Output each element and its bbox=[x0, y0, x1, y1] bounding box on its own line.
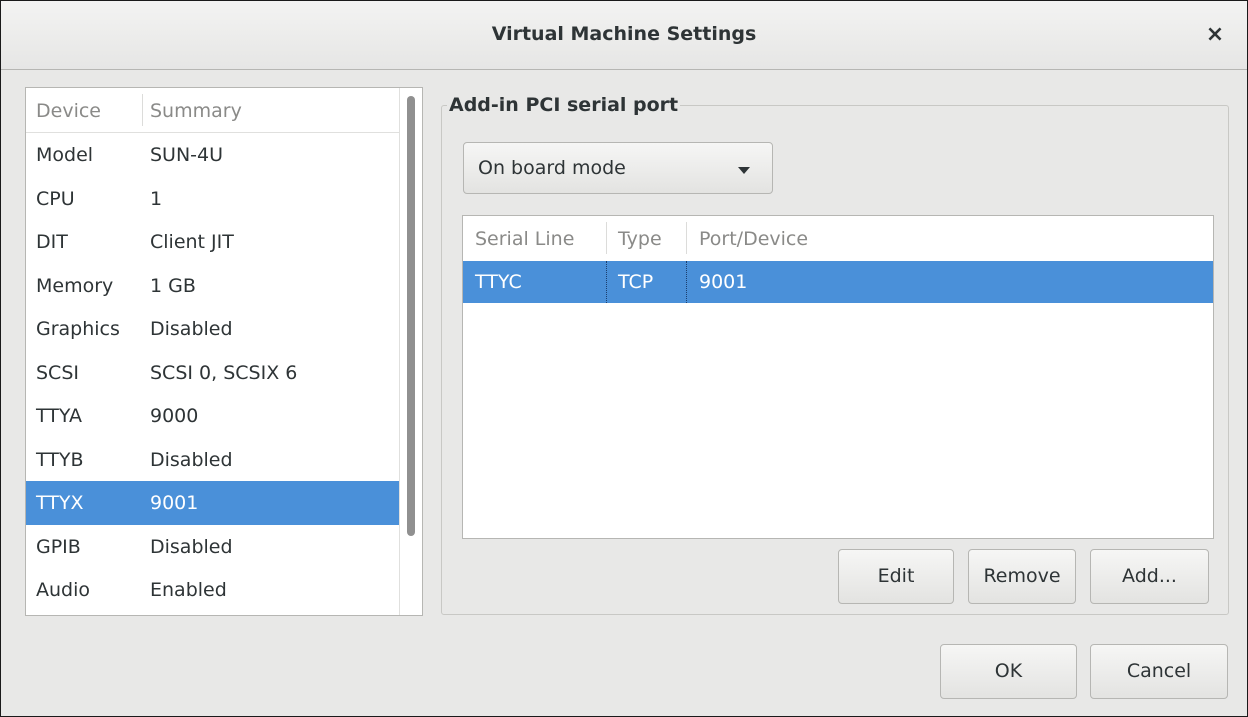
device-row-ttyx[interactable]: TTYX 9001 bbox=[26, 481, 400, 525]
dropdown-arrow-icon bbox=[738, 167, 750, 174]
serial-table-header: Serial Line Type Port/Device bbox=[463, 216, 1213, 261]
cell-separator bbox=[686, 261, 687, 303]
column-separator bbox=[686, 222, 687, 254]
device-row-ttya[interactable]: TTYA 9000 bbox=[26, 394, 400, 438]
remove-button[interactable]: Remove bbox=[968, 549, 1076, 604]
cancel-button[interactable]: Cancel bbox=[1090, 644, 1228, 699]
device-name: DIT bbox=[36, 231, 68, 253]
device-summary: 1 bbox=[150, 187, 163, 210]
device-name: SCSI bbox=[36, 361, 79, 384]
device-summary: Disabled bbox=[150, 448, 233, 471]
close-icon[interactable]: × bbox=[1203, 23, 1227, 47]
device-summary: SCSI 0, SCSIX 6 bbox=[150, 361, 298, 384]
device-row-gpib[interactable]: GPIB Disabled bbox=[26, 525, 400, 569]
column-separator bbox=[606, 222, 607, 254]
device-row-dit[interactable]: DIT Client JIT bbox=[26, 220, 400, 264]
device-list[interactable]: Device Summary Model SUN-4U CPU 1 DIT Cl… bbox=[25, 87, 423, 616]
device-summary: SUN-4U bbox=[150, 144, 224, 166]
device-name: Model bbox=[36, 144, 94, 166]
serial-port-frame-title: Add-in PCI serial port bbox=[447, 94, 681, 116]
column-header-summary[interactable]: Summary bbox=[150, 100, 242, 122]
port-device-cell: 9001 bbox=[699, 271, 748, 293]
mode-dropdown[interactable]: On board mode bbox=[463, 142, 773, 194]
device-name: TTYX bbox=[36, 492, 84, 514]
edit-button[interactable]: Edit bbox=[838, 549, 954, 604]
device-summary: Enabled bbox=[150, 579, 227, 601]
device-summary: Disabled bbox=[150, 318, 233, 340]
device-row-model[interactable]: Model SUN-4U bbox=[26, 133, 400, 177]
ok-button[interactable]: OK bbox=[940, 644, 1077, 699]
title-bar: Virtual Machine Settings × bbox=[1, 1, 1247, 70]
device-summary: 1 GB bbox=[150, 274, 196, 297]
device-summary: 9000 bbox=[150, 405, 199, 427]
device-name: CPU bbox=[36, 187, 75, 210]
device-row-scsi[interactable]: SCSI SCSI 0, SCSIX 6 bbox=[26, 351, 400, 395]
serial-table-row[interactable]: TTYC TCP 9001 bbox=[463, 261, 1213, 303]
device-name: Graphics bbox=[36, 318, 120, 340]
column-header-serial-line[interactable]: Serial Line bbox=[475, 228, 574, 250]
device-name: GPIB bbox=[36, 535, 81, 558]
mode-dropdown-value: On board mode bbox=[478, 157, 626, 179]
device-list-header: Device Summary bbox=[26, 88, 400, 133]
device-name: TTYB bbox=[36, 448, 84, 471]
device-summary: 9001 bbox=[150, 492, 199, 514]
device-name: Audio bbox=[36, 579, 91, 601]
type-cell: TCP bbox=[618, 271, 654, 293]
add-button[interactable]: Add... bbox=[1090, 549, 1209, 604]
device-row-cpu[interactable]: CPU 1 bbox=[26, 177, 400, 221]
device-row-ttyb[interactable]: TTYB Disabled bbox=[26, 438, 400, 482]
device-row-memory[interactable]: Memory 1 GB bbox=[26, 264, 400, 308]
device-summary: Disabled bbox=[150, 535, 233, 558]
dialog-title: Virtual Machine Settings bbox=[491, 23, 757, 45]
column-separator bbox=[142, 94, 143, 126]
device-row-graphics[interactable]: Graphics Disabled bbox=[26, 307, 400, 351]
device-rows: Model SUN-4U CPU 1 DIT Client JIT Memory… bbox=[26, 133, 400, 612]
dialog-window: Virtual Machine Settings × Device Summar… bbox=[0, 0, 1248, 717]
device-summary: Client JIT bbox=[150, 231, 234, 253]
serial-line-cell: TTYC bbox=[475, 271, 522, 293]
device-list-scrollbar[interactable] bbox=[399, 88, 422, 615]
device-name: TTYA bbox=[36, 405, 83, 427]
cell-separator bbox=[606, 261, 607, 303]
serial-line-table[interactable]: Serial Line Type Port/Device TTYC TCP 90… bbox=[462, 215, 1214, 539]
column-header-port-device[interactable]: Port/Device bbox=[699, 228, 808, 250]
device-name: Memory bbox=[36, 274, 114, 297]
column-header-device[interactable]: Device bbox=[36, 100, 101, 122]
column-header-type[interactable]: Type bbox=[618, 228, 662, 250]
scrollbar-thumb[interactable] bbox=[407, 96, 415, 536]
device-row-audio[interactable]: Audio Enabled bbox=[26, 568, 400, 612]
